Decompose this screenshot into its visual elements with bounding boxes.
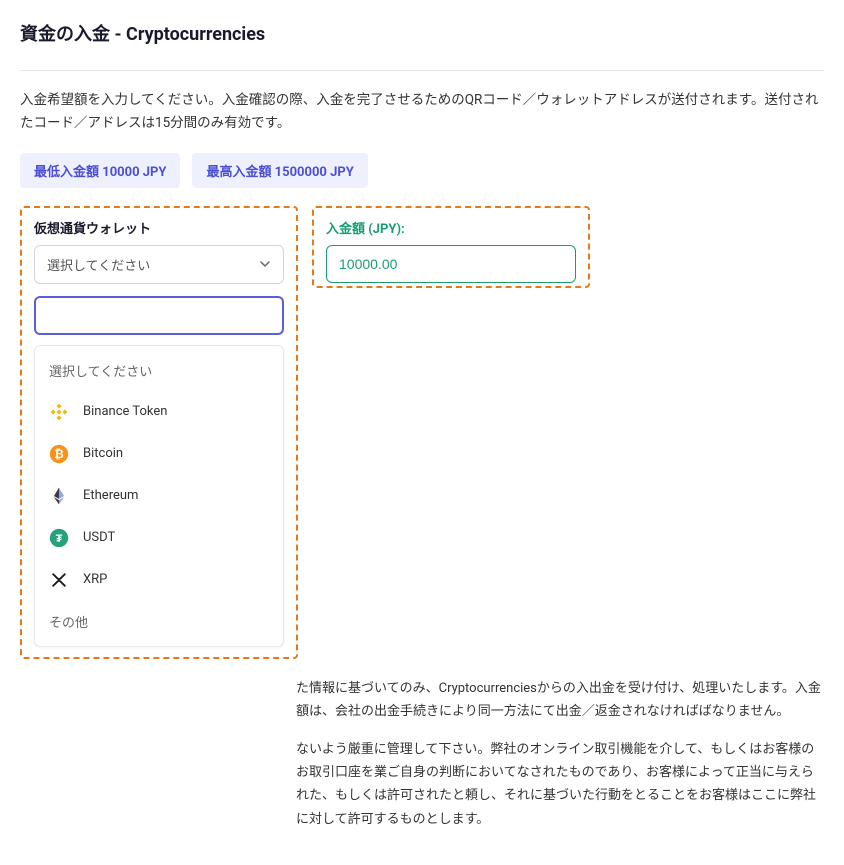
bitcoin-icon: ₿ [49,444,69,464]
wallet-option-xrp[interactable]: XRP [35,559,283,601]
wallet-option-placeholder[interactable]: 選択してください [35,350,283,391]
svg-text:₮: ₮ [56,533,63,545]
chevron-down-icon [259,258,271,270]
badges-row: 最低入金額 10000 JPY 最高入金額 1500000 JPY [20,153,824,188]
svg-text:₿: ₿ [54,448,64,461]
wallet-option-binance[interactable]: Binance Token [35,391,283,433]
wallet-select[interactable]: 選択してください [34,245,284,284]
option-label: USDT [83,530,115,545]
divider [20,70,824,71]
option-label: Bitcoin [83,446,123,461]
wallet-section: 仮想通貨ウォレット 選択してください 選択してください Binance Toke… [20,206,298,659]
wallet-option-bitcoin[interactable]: ₿ Bitcoin [35,433,283,475]
usdt-icon: ₮ [49,528,69,548]
wallet-select-value: 選択してください [47,255,150,274]
body-paragraph-2: ないよう厳重に管理して下さい。弊社のオンライン取引機能を介して、もしくはお客様の… [296,738,824,832]
ethereum-icon [49,486,69,506]
xrp-icon [49,570,69,590]
option-label: 選択してください [49,361,152,380]
wallet-search-input[interactable] [34,296,284,335]
wallet-dropdown: 選択してください Binance Token ₿ Bitcoin [34,345,284,647]
wallet-option-other[interactable]: その他 [35,601,283,642]
body-paragraph-1: た情報に基づいてのみ、Cryptocurrenciesからの入出金を受け付け、処… [296,677,824,724]
page-title: 資金の入金 - Cryptocurrencies [20,20,824,46]
option-label: Binance Token [83,404,167,419]
instructions-text: 入金希望額を入力してください。入金確認の際、入金を完了させるためのQRコード／ウ… [20,89,824,135]
amount-input[interactable] [326,245,576,283]
min-deposit-badge: 最低入金額 10000 JPY [20,153,180,188]
binance-icon [49,402,69,422]
wallet-label: 仮想通貨ウォレット [34,218,284,237]
amount-section: 入金額 (JPY): [312,206,590,288]
form-row: 仮想通貨ウォレット 選択してください 選択してください Binance Toke… [20,206,824,659]
option-label: XRP [83,572,107,587]
option-label: その他 [49,612,88,631]
wallet-option-usdt[interactable]: ₮ USDT [35,517,283,559]
wallet-option-ethereum[interactable]: Ethereum [35,475,283,517]
amount-label: 入金額 (JPY): [326,218,576,237]
option-label: Ethereum [83,488,138,503]
max-deposit-badge: 最高入金額 1500000 JPY [192,153,367,188]
